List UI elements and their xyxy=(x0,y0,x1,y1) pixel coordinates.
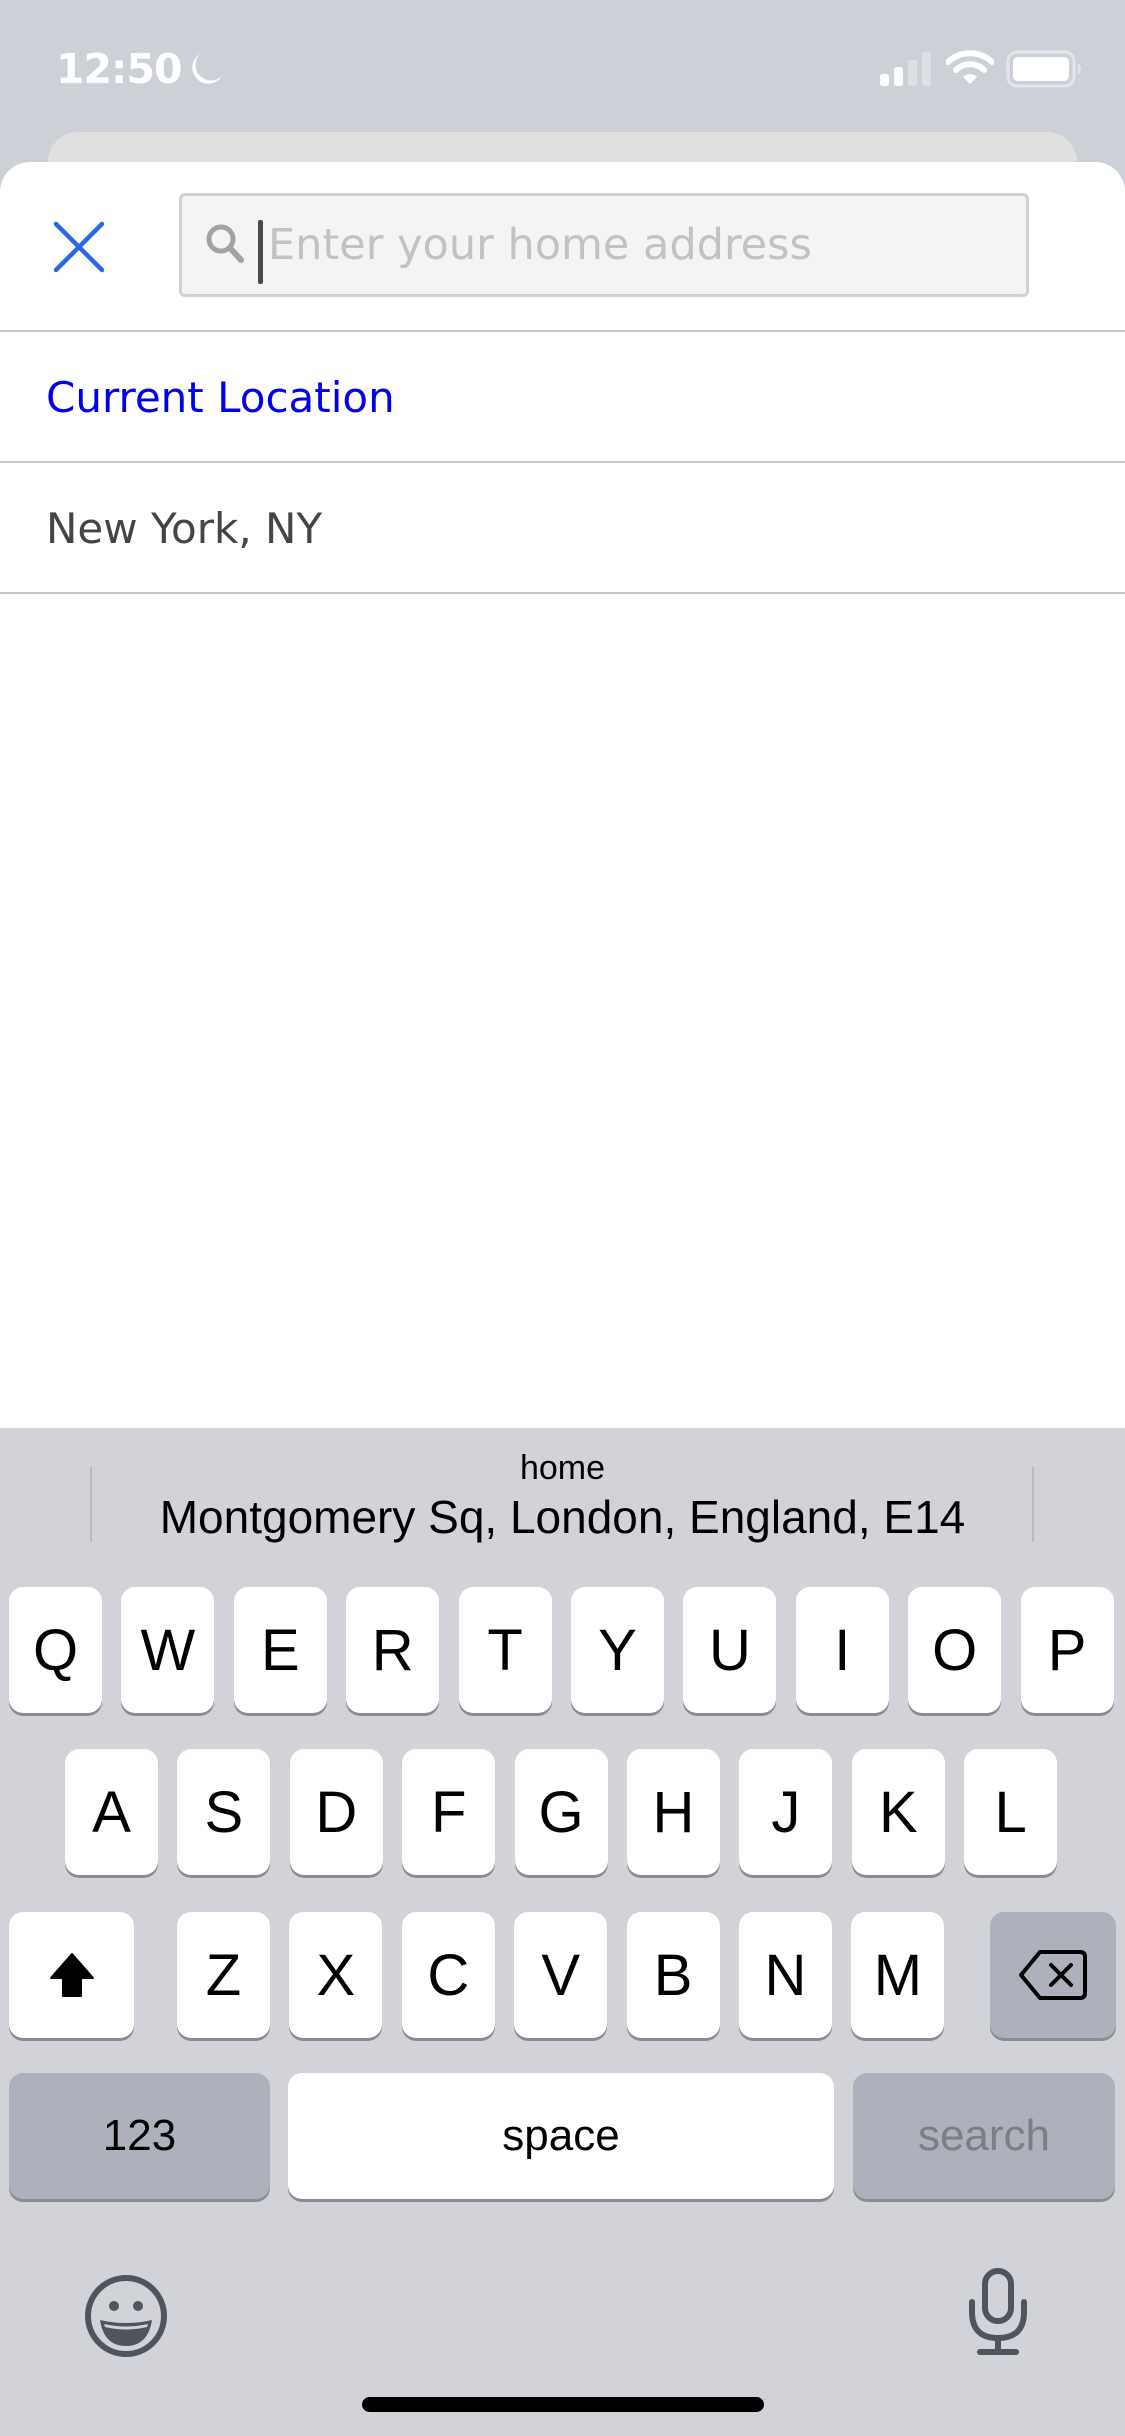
key-label: U xyxy=(708,1617,751,1683)
key-h[interactable]: H xyxy=(627,1749,720,1875)
search-icon xyxy=(206,224,244,263)
key-label: I xyxy=(834,1617,851,1683)
text-cursor xyxy=(258,220,263,284)
key-label: O xyxy=(932,1617,978,1683)
key-label: T xyxy=(487,1617,523,1683)
shift-icon xyxy=(49,1953,94,1997)
key-r[interactable]: R xyxy=(346,1587,440,1713)
key-label: J xyxy=(771,1779,801,1845)
key-p[interactable]: P xyxy=(1020,1587,1114,1713)
numbers-key[interactable]: 123 xyxy=(9,2073,270,2199)
search-key[interactable]: search xyxy=(853,2073,1115,2199)
key-e[interactable]: E xyxy=(233,1587,327,1713)
result-new-york[interactable]: New York, NY xyxy=(0,463,1125,593)
key-label: H xyxy=(652,1779,695,1845)
key-label: R xyxy=(371,1617,414,1683)
emoji-icon[interactable] xyxy=(84,2274,168,2358)
address-search-field[interactable] xyxy=(179,193,1029,297)
key-n[interactable]: N xyxy=(739,1912,832,2038)
key-label: M xyxy=(873,1942,923,2008)
key-b[interactable]: B xyxy=(626,1912,720,2038)
key-x[interactable]: X xyxy=(289,1912,383,2038)
key-label: Z xyxy=(205,1942,242,2008)
key-c[interactable]: C xyxy=(401,1912,495,2038)
key-z[interactable]: Z xyxy=(177,1912,270,2038)
key-label: P xyxy=(1047,1617,1087,1683)
address-input[interactable] xyxy=(264,196,1004,294)
key-label: N xyxy=(764,1942,807,2008)
key-label: L xyxy=(994,1779,1027,1845)
cellular-signal-icon xyxy=(880,52,931,86)
key-y[interactable]: Y xyxy=(571,1587,664,1713)
key-label: Q xyxy=(32,1617,79,1683)
key-i[interactable]: I xyxy=(795,1587,889,1713)
shift-key[interactable] xyxy=(9,1912,134,2038)
space-key[interactable]: space xyxy=(288,2073,834,2199)
key-label: E xyxy=(260,1617,300,1683)
key-label: F xyxy=(430,1779,467,1845)
key-label: C xyxy=(427,1942,470,2008)
microphone-icon[interactable] xyxy=(966,2268,1030,2358)
suggestion-value: Montgomery Sq, London, England, E14 xyxy=(159,1491,966,1543)
key-label: Y xyxy=(598,1617,637,1683)
home-indicator[interactable] xyxy=(362,2397,764,2412)
result-label: Current Location xyxy=(46,372,395,422)
key-u[interactable]: U xyxy=(683,1587,777,1713)
key-j[interactable]: J xyxy=(739,1749,833,1875)
key-label: K xyxy=(878,1779,918,1845)
key-label: V xyxy=(541,1942,581,2008)
battery-icon xyxy=(1006,50,1081,88)
divider xyxy=(0,592,1125,594)
key-o[interactable]: O xyxy=(908,1587,1002,1713)
key-s[interactable]: S xyxy=(177,1749,271,1875)
key-m[interactable]: M xyxy=(851,1912,945,2038)
close-button[interactable] xyxy=(40,208,118,286)
key-d[interactable]: D xyxy=(289,1749,383,1875)
key-k[interactable]: K xyxy=(851,1749,945,1875)
key-t[interactable]: T xyxy=(458,1587,552,1713)
key-v[interactable]: V xyxy=(514,1912,608,2038)
suggestion-separator xyxy=(90,1467,92,1542)
key-label: W xyxy=(140,1617,196,1683)
status-time: 12:50 xyxy=(56,45,183,93)
key-g[interactable]: G xyxy=(514,1749,608,1875)
autofill-suggestion[interactable]: home Montgomery Sq, London, England, E14 xyxy=(100,1448,1025,1546)
suggestion-label: home xyxy=(519,1449,606,1487)
wifi-icon xyxy=(946,50,994,84)
key-label: B xyxy=(653,1942,693,2008)
key-label: G xyxy=(538,1779,584,1845)
key-l[interactable]: L xyxy=(964,1749,1058,1875)
key-label: A xyxy=(92,1779,131,1845)
numbers-key-label: 123 xyxy=(102,2111,177,2160)
close-icon xyxy=(53,221,105,273)
result-label: New York, NY xyxy=(46,503,323,553)
key-q[interactable]: Q xyxy=(9,1587,102,1713)
key-w[interactable]: W xyxy=(121,1587,215,1713)
key-label: X xyxy=(316,1942,356,2008)
delete-key[interactable] xyxy=(990,1912,1116,2038)
key-f[interactable]: F xyxy=(402,1749,496,1875)
search-key-label: search xyxy=(917,2111,1051,2160)
suggestion-separator xyxy=(1032,1467,1034,1542)
delete-icon xyxy=(1019,1950,1087,2000)
key-label: D xyxy=(315,1779,358,1845)
key-label: S xyxy=(204,1779,244,1845)
space-key-label: space xyxy=(502,2111,620,2160)
result-current-location[interactable]: Current Location xyxy=(0,332,1125,462)
moon-icon xyxy=(192,54,222,84)
key-a[interactable]: A xyxy=(65,1749,158,1875)
